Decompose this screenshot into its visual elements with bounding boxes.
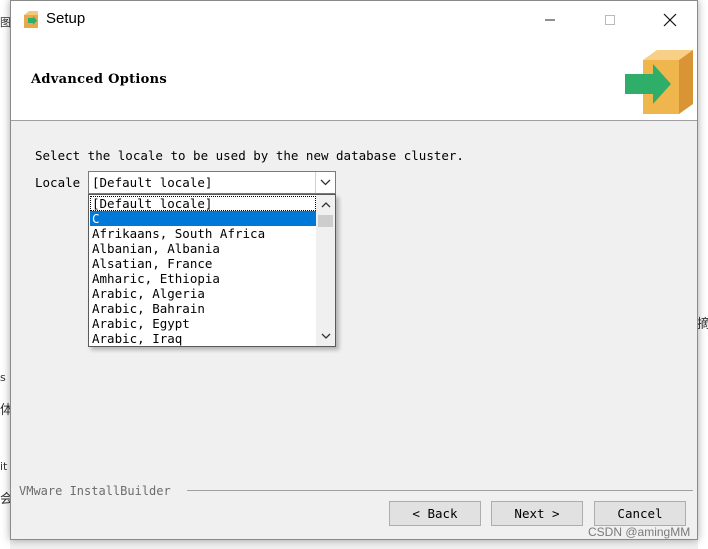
scroll-down-icon bbox=[321, 333, 330, 339]
setup-app-icon bbox=[24, 11, 38, 28]
background-panel-right bbox=[698, 0, 708, 549]
locale-option[interactable]: Arabic, Iraq bbox=[90, 331, 316, 346]
page-title: Advanced Options bbox=[31, 72, 168, 87]
instruction-text: Select the locale to be used by the new … bbox=[35, 148, 464, 163]
scroll-down-button[interactable] bbox=[316, 328, 335, 344]
installer-box-logo bbox=[625, 50, 693, 114]
dropdown-scrollbar[interactable] bbox=[316, 195, 335, 346]
cancel-button[interactable]: Cancel bbox=[594, 501, 686, 526]
back-button[interactable]: < Back bbox=[389, 501, 481, 526]
locale-option[interactable]: Arabic, Bahrain bbox=[90, 301, 316, 316]
maximize-icon bbox=[605, 15, 615, 25]
locale-dropdown-list[interactable]: [Default locale] C Afrikaans, South Afri… bbox=[88, 194, 336, 347]
wizard-header: Advanced Options bbox=[11, 39, 697, 121]
close-icon bbox=[663, 13, 677, 27]
locale-option[interactable]: Arabic, Egypt bbox=[90, 316, 316, 331]
minimize-button[interactable] bbox=[527, 1, 573, 39]
scroll-up-icon bbox=[321, 202, 330, 208]
locale-label: Locale bbox=[35, 175, 81, 190]
locale-dropdown-button[interactable] bbox=[315, 172, 335, 193]
maximize-button[interactable] bbox=[587, 1, 633, 39]
watermark: CSDN @amingMM bbox=[588, 525, 691, 539]
scrollbar-thumb[interactable] bbox=[318, 215, 333, 227]
locale-combobox-value: [Default locale] bbox=[92, 175, 213, 190]
scroll-up-button[interactable] bbox=[316, 197, 335, 213]
chevron-down-icon bbox=[320, 179, 331, 186]
locale-combobox[interactable]: [Default locale] bbox=[88, 171, 336, 194]
locale-option-selected[interactable]: C bbox=[90, 211, 316, 226]
locale-option[interactable]: Amharic, Ethiopia bbox=[90, 271, 316, 286]
setup-window: Setup Advanced Options Select the locale… bbox=[10, 0, 698, 540]
close-button[interactable] bbox=[647, 1, 693, 39]
next-button[interactable]: Next > bbox=[491, 501, 583, 526]
locale-option[interactable]: Alsatian, France bbox=[90, 256, 316, 271]
locale-option[interactable]: Albanian, Albania bbox=[90, 241, 316, 256]
minimize-icon bbox=[545, 19, 555, 21]
title-bar[interactable]: Setup bbox=[11, 1, 697, 39]
locale-option[interactable]: Afrikaans, South Africa bbox=[90, 226, 316, 241]
locale-option[interactable]: [Default locale] bbox=[90, 196, 316, 211]
background-fragment: it bbox=[0, 460, 8, 473]
window-title: Setup bbox=[46, 10, 86, 27]
background-fragment: 摘 bbox=[697, 317, 708, 332]
installer-brand: VMware InstallBuilder bbox=[19, 484, 171, 498]
background-fragment: s bbox=[0, 371, 6, 384]
locale-option[interactable]: Arabic, Algeria bbox=[90, 286, 316, 301]
footer-divider bbox=[187, 490, 693, 491]
